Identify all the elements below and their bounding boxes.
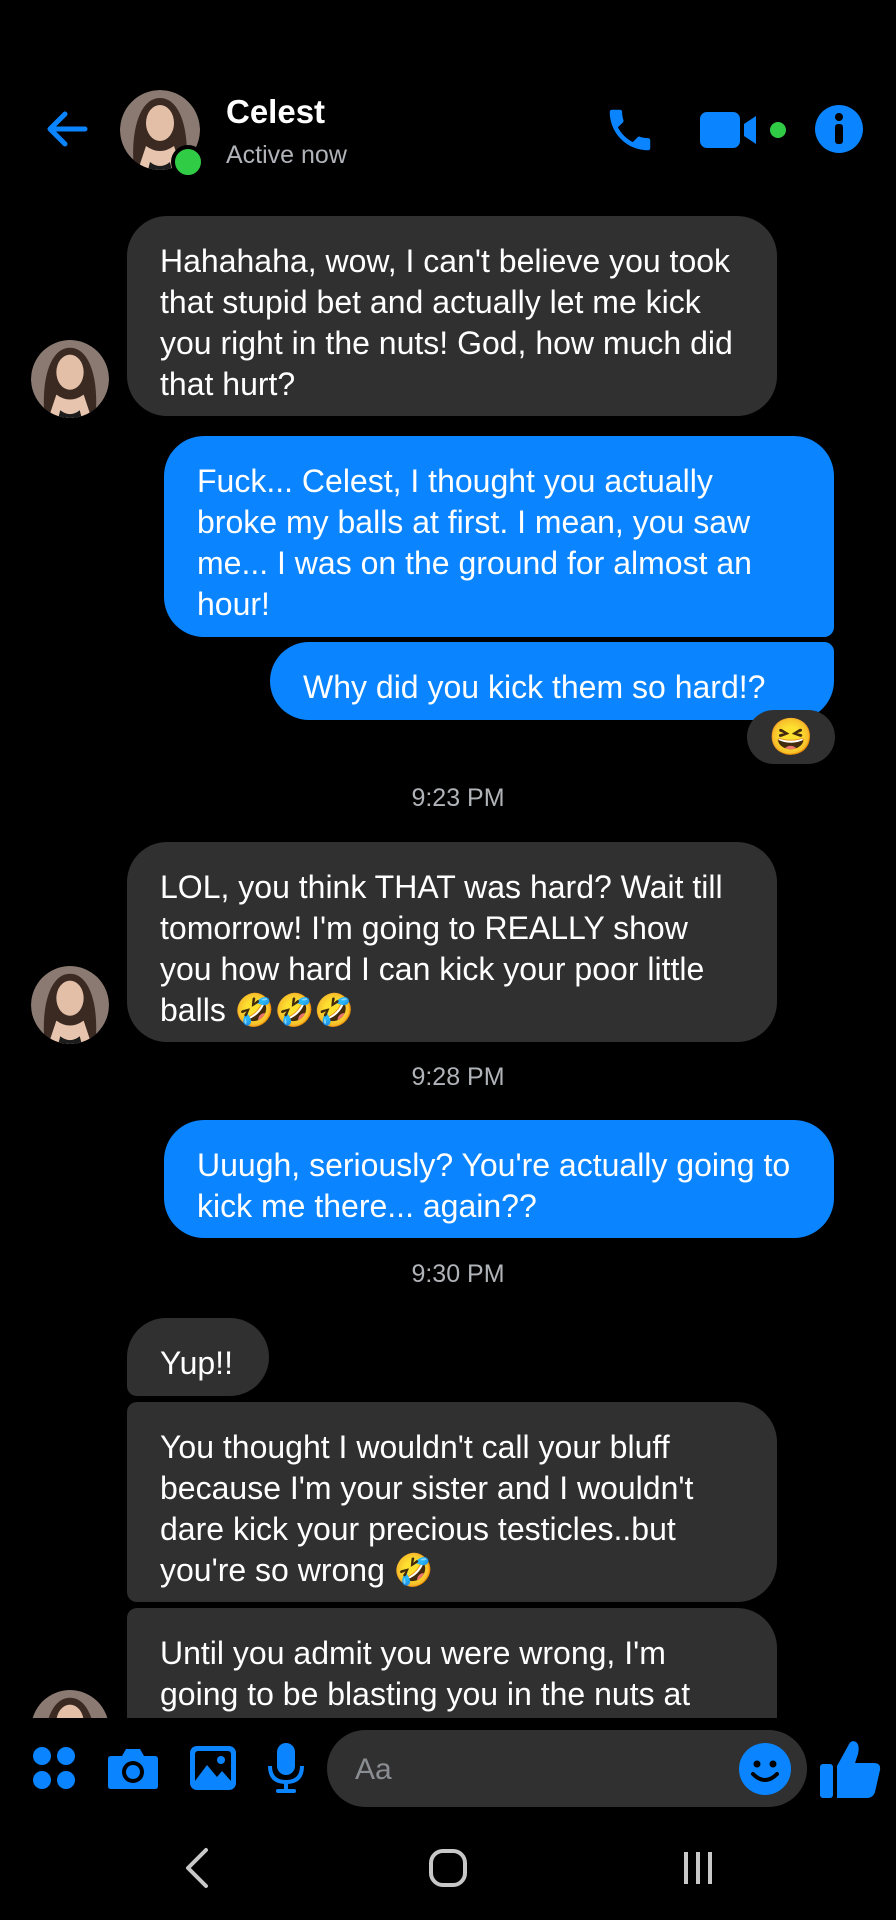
microphone-icon <box>268 1743 304 1793</box>
video-active-dot <box>770 122 786 138</box>
nav-recents-button[interactable] <box>663 1838 733 1898</box>
online-status-dot <box>171 145 205 179</box>
apps-button[interactable] <box>26 1740 82 1796</box>
message-reaction[interactable]: 😆 <box>747 710 835 764</box>
camera-button[interactable] <box>105 1740 161 1796</box>
camera-icon <box>108 1749 158 1789</box>
message-bubble-incoming[interactable]: Yup!! <box>127 1318 269 1396</box>
back-button[interactable] <box>40 102 94 156</box>
audio-call-button[interactable] <box>600 100 660 160</box>
contact-avatar-small[interactable] <box>31 340 109 418</box>
info-icon <box>815 105 863 153</box>
nav-back-icon <box>186 1848 208 1888</box>
message-bubble-incoming[interactable]: Hahahaha, wow, I can't believe you took … <box>127 216 777 416</box>
thumbs-up-icon <box>820 1741 881 1798</box>
chat-header: Celest Active now <box>0 0 896 200</box>
message-bubble-outgoing[interactable]: Why did you kick them so hard!? <box>270 642 834 720</box>
info-button[interactable] <box>814 104 864 154</box>
gallery-icon <box>190 1746 236 1790</box>
back-arrow-icon <box>47 111 88 147</box>
nav-home-button[interactable] <box>413 1838 483 1898</box>
apps-grid-icon <box>33 1747 75 1789</box>
contact-name[interactable]: Celest <box>226 93 325 131</box>
emoji-button[interactable] <box>737 1741 793 1797</box>
message-input[interactable] <box>353 1730 737 1809</box>
message-bubble-outgoing[interactable]: Uuugh, seriously? You're actually going … <box>164 1120 834 1238</box>
system-navigation-bar <box>0 1818 896 1920</box>
grinning-squint-emoji: 😆 <box>768 716 814 757</box>
gallery-button[interactable] <box>185 1740 241 1796</box>
phone-icon <box>609 109 651 151</box>
timestamp: 9:30 PM <box>411 1260 505 1288</box>
video-camera-icon <box>700 112 756 148</box>
message-input-container[interactable] <box>327 1730 807 1809</box>
emoji-icon <box>739 1743 791 1795</box>
message-bubble-incoming[interactable]: You thought I wouldn't call your bluff b… <box>127 1402 777 1602</box>
nav-recents-icon <box>684 1852 712 1884</box>
like-button[interactable] <box>818 1736 884 1802</box>
voice-button[interactable] <box>258 1740 314 1796</box>
timestamp: 9:23 PM <box>411 784 505 812</box>
message-composer <box>0 1718 896 1818</box>
nav-home-icon <box>429 1849 467 1887</box>
message-bubble-incoming[interactable]: Until you admit you were wrong, I'm goin… <box>127 1608 777 1718</box>
contact-status: Active now <box>226 141 347 169</box>
contact-avatar-small[interactable] <box>31 1690 109 1718</box>
message-bubble-outgoing[interactable]: Fuck... Celest, I thought you actually b… <box>164 436 834 637</box>
timestamp: 9:28 PM <box>411 1063 505 1091</box>
message-bubble-incoming[interactable]: LOL, you think THAT was hard? Wait till … <box>127 842 777 1042</box>
message-thread[interactable]: Hahahaha, wow, I can't believe you took … <box>0 200 896 1718</box>
nav-back-button[interactable] <box>162 1838 232 1898</box>
contact-avatar-small[interactable] <box>31 966 109 1044</box>
